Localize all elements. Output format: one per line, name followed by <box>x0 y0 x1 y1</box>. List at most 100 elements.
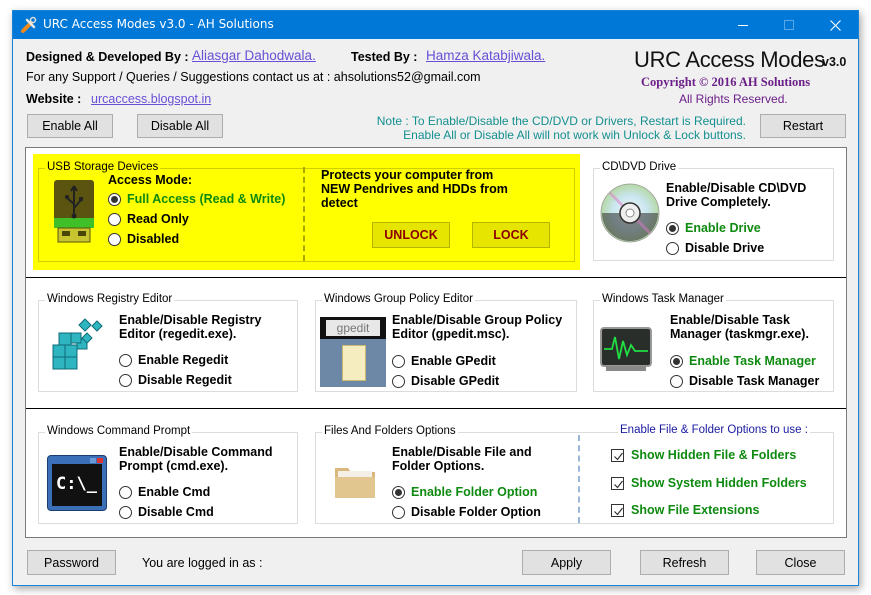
disable-all-button[interactable]: Disable All <box>137 114 223 138</box>
checkmark-icon <box>614 452 623 460</box>
apply-button[interactable]: Apply <box>522 550 611 575</box>
usb-protect-text: Protects your computer from NEW Pendrive… <box>321 168 508 210</box>
radio-dot <box>119 373 132 387</box>
radio-label: Enable Regedit <box>138 353 229 367</box>
brand-version: v3.0 <box>822 55 847 69</box>
radio-dot <box>108 192 121 206</box>
rights-text: All Rights Reserved. <box>679 92 788 106</box>
radio-label: Disabled <box>127 232 180 246</box>
logged-in-label: You are logged in as : <box>142 556 263 570</box>
title-bar[interactable]: URC Access Modes v3.0 - AH Solutions <box>13 11 858 39</box>
taskmgr-group-title: Windows Task Manager <box>600 293 726 305</box>
password-button[interactable]: Password <box>27 550 116 575</box>
radio-label: Disable Regedit <box>138 373 232 387</box>
usb-divider <box>303 167 305 261</box>
tested-by-label: Tested By : <box>351 50 418 64</box>
radio-dot <box>392 505 405 519</box>
support-text: For any Support / Queries / Suggestions … <box>26 70 481 84</box>
radio-enable-task-manager[interactable]: Enable Task Manager <box>670 354 816 368</box>
tools-app-icon <box>21 16 37 33</box>
radio-enable-drive[interactable]: Enable Drive <box>666 221 761 235</box>
radio-label: Enable Drive <box>685 221 761 235</box>
task-manager-group: Windows Task Manager Enable/Disable Task… <box>593 293 834 392</box>
restart-note: Note : To Enable/Disable the CD/DVD or D… <box>377 114 746 142</box>
registry-cubes-icon <box>52 318 103 370</box>
checkbox-show-file-extensions[interactable]: Show File Extensions <box>611 503 760 517</box>
brand-title: URC Access Modes <box>634 47 825 72</box>
gpedit-description: Enable/Disable Group Policy Editor (gped… <box>392 313 563 341</box>
cd-disc-icon <box>600 183 660 243</box>
note-line-1: Note : To Enable/Disable the CD/DVD or D… <box>376 114 746 128</box>
radio-label: Read Only <box>127 212 189 226</box>
radio-dot <box>108 232 121 246</box>
radio-dot <box>108 212 121 226</box>
scroll-icon <box>342 345 366 381</box>
radio-enable-folder-option[interactable]: Enable Folder Option <box>392 485 537 499</box>
radio-dot <box>119 353 132 367</box>
group-policy-group: Windows Group Policy Editor gpedit Enabl… <box>315 293 577 392</box>
checkbox-box <box>611 448 624 462</box>
close-window-button[interactable] <box>812 11 858 39</box>
restart-button[interactable]: Restart <box>760 114 846 138</box>
radio-label: Enable Folder Option <box>411 485 538 499</box>
settings-panel: USB Storage Devices Access Mode: Full Ac… <box>25 147 847 538</box>
radio-dot <box>670 354 683 368</box>
row-separator-2 <box>26 408 846 409</box>
refresh-button[interactable]: Refresh <box>640 550 729 575</box>
checkbox-show-hidden-files[interactable]: Show Hidden File & Folders <box>611 448 796 462</box>
radio-disable-regedit[interactable]: Disable Regedit <box>119 373 232 387</box>
folders-divider <box>578 435 580 523</box>
lock-button[interactable]: LOCK <box>472 222 550 248</box>
files-folders-group: Files And Folders Options Enable/Disable… <box>315 424 834 524</box>
taskmgr-description: Enable/Disable Task Manager (taskmgr.exe… <box>670 313 809 341</box>
gpedit-group-title: Windows Group Policy Editor <box>322 293 475 305</box>
website-link[interactable]: urcaccess.blogspot.in <box>91 92 211 106</box>
radio-disable-gpedit[interactable]: Disable GPedit <box>392 374 499 388</box>
close-button[interactable]: Close <box>756 550 845 575</box>
radio-enable-cmd[interactable]: Enable Cmd <box>119 485 210 499</box>
radio-label: Disable Drive <box>685 241 765 255</box>
cmd-group-title: Windows Command Prompt <box>45 425 193 437</box>
tester-link[interactable]: Hamza Katabjiwala. <box>426 48 545 63</box>
regedit-group-title: Windows Registry Editor <box>45 293 175 305</box>
copyright-text: Copyright © 2016 AH Solutions <box>641 75 811 89</box>
enable-all-button[interactable]: Enable All <box>27 114 113 138</box>
radio-full-access[interactable]: Full Access (Read & Write) <box>108 192 285 206</box>
radio-disable-cmd[interactable]: Disable Cmd <box>119 505 214 519</box>
row-separator-1 <box>26 277 846 278</box>
unlock-button[interactable]: UNLOCK <box>372 222 450 248</box>
radio-enable-regedit[interactable]: Enable Regedit <box>119 353 228 367</box>
radio-label: Enable Cmd <box>138 485 211 499</box>
checkbox-box <box>611 503 624 517</box>
usb-group-title: USB Storage Devices <box>45 161 161 173</box>
minimize-button[interactable] <box>720 11 766 39</box>
checkmark-icon <box>614 480 623 488</box>
close-icon <box>829 19 841 31</box>
radio-dot <box>119 485 132 499</box>
window-title: URC Access Modes v3.0 - AH Solutions <box>43 17 274 31</box>
radio-dot <box>119 505 132 519</box>
cmd-description: Enable/Disable Command Prompt (cmd.exe). <box>119 445 273 473</box>
checkbox-box <box>611 476 624 490</box>
radio-disabled[interactable]: Disabled <box>108 232 179 246</box>
radio-dot <box>666 241 679 255</box>
radio-label: Disable Cmd <box>138 505 214 519</box>
folders-description: Enable/Disable File and Folder Options. <box>392 445 532 473</box>
designer-link[interactable]: Aliasgar Dahodwala. <box>192 48 316 63</box>
maximize-button[interactable] <box>766 11 812 39</box>
gpedit-icon-label: gpedit <box>326 320 380 336</box>
radio-label: Enable Task Manager <box>689 354 816 368</box>
checkbox-label: Show File Extensions <box>631 503 760 517</box>
radio-disable-folder-option[interactable]: Disable Folder Option <box>392 505 541 519</box>
radio-read-only[interactable]: Read Only <box>108 212 189 226</box>
checkbox-show-system-hidden[interactable]: Show System Hidden Folders <box>611 476 807 490</box>
radio-disable-drive[interactable]: Disable Drive <box>666 241 764 255</box>
radio-dot <box>392 485 405 499</box>
radio-enable-gpedit[interactable]: Enable GPedit <box>392 354 496 368</box>
checkbox-label: Show System Hidden Folders <box>631 476 807 490</box>
radio-disable-task-manager[interactable]: Disable Task Manager <box>670 374 819 388</box>
radio-dot <box>392 374 405 388</box>
cd-group-title: CD\DVD Drive <box>600 161 679 173</box>
cmd-icon-text: C:\_ <box>56 474 97 494</box>
radio-label: Enable GPedit <box>411 354 496 368</box>
